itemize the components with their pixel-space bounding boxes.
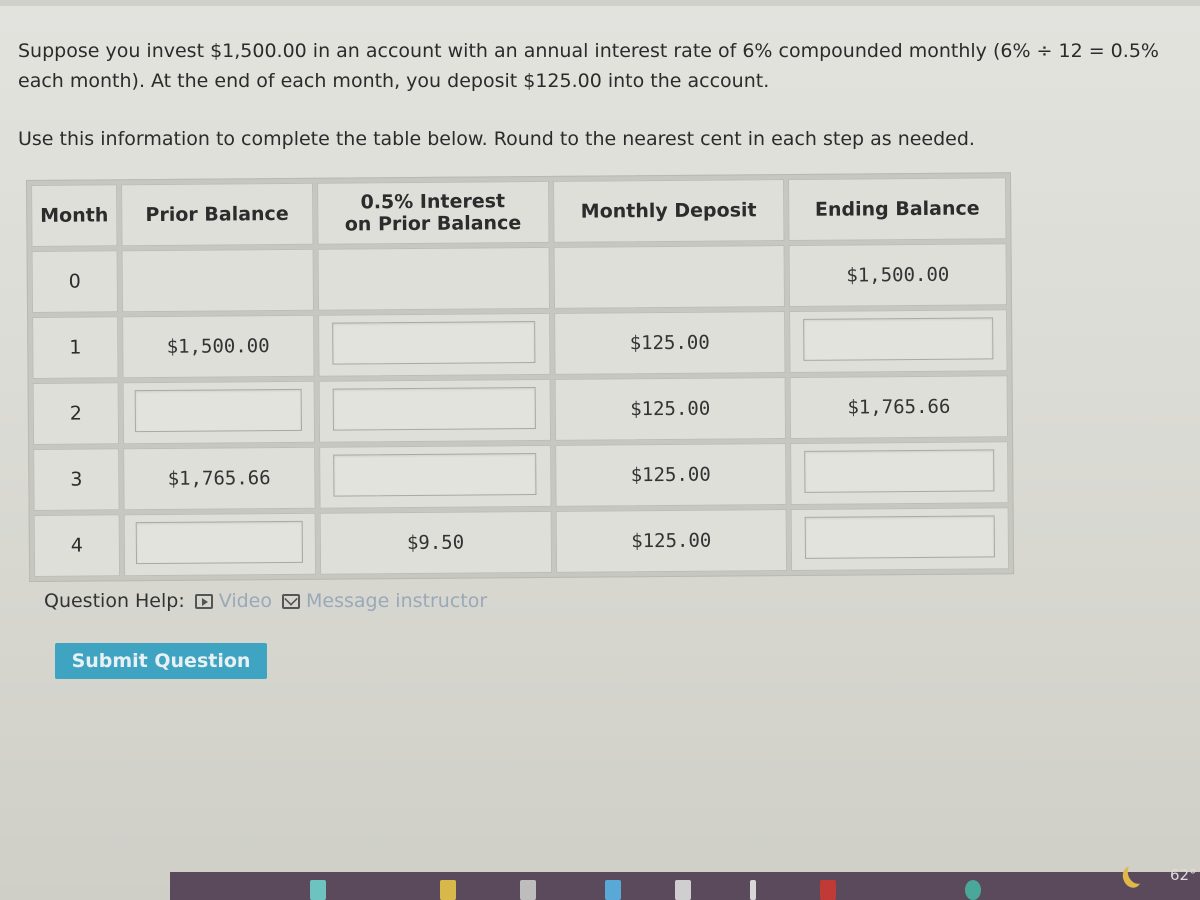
- dropbox-icon[interactable]: [675, 880, 691, 900]
- interest-cell: $9.50: [319, 510, 552, 575]
- prior-balance-input[interactable]: [134, 388, 303, 432]
- prior-balance-value: $1,500.00: [166, 335, 270, 358]
- submit-question-button[interactable]: Submit Question: [55, 643, 267, 679]
- interest-cell-empty: [317, 246, 550, 311]
- monthly-deposit-value: $125.00: [630, 397, 711, 421]
- monthly-deposit-cell: $125.00: [553, 311, 786, 375]
- table-body: 0 $1,500.00 1 $1,500.00 $125.00 2 $125.00 $1,76…: [31, 243, 1010, 577]
- interest-cell: [317, 312, 551, 377]
- amortization-table-wrapper: Month Prior Balance 0.5% Interest on Pri…: [26, 172, 1015, 582]
- ending-balance-cell: $1,500.00: [788, 243, 1008, 308]
- ending-balance-value: $1,765.66: [847, 395, 951, 419]
- table-row: 1 $1,500.00 $125.00: [32, 309, 1008, 379]
- header-interest-line2: on Prior Balance: [344, 212, 522, 236]
- monthly-deposit-value: $125.00: [629, 331, 710, 355]
- store-icon[interactable]: [520, 880, 536, 900]
- video-icon: [194, 593, 213, 609]
- question-help: Question Help: Video Message instructor: [44, 590, 487, 612]
- interest-input[interactable]: [332, 386, 536, 431]
- monthly-deposit-value: $125.00: [631, 529, 712, 553]
- prior-balance-cell-empty: [121, 248, 314, 313]
- video-link-label: Video: [218, 590, 272, 612]
- monthly-deposit-cell: $125.00: [554, 377, 787, 441]
- header-monthly-deposit: Monthly Deposit: [552, 179, 785, 243]
- taskbar: [170, 872, 1200, 900]
- temperature: 62°: [1170, 866, 1197, 884]
- question-help-label: Question Help:: [44, 590, 185, 612]
- prior-balance-value: $1,765.66: [167, 467, 271, 490]
- browser-icon[interactable]: [965, 880, 981, 900]
- header-month: Month: [31, 184, 118, 247]
- table-row: 3 $1,765.66 $125.00: [33, 441, 1009, 511]
- prior-balance-cell: $1,765.66: [123, 446, 316, 511]
- header-prior-balance: Prior Balance: [121, 182, 314, 247]
- message-instructor-label: Message instructor: [305, 590, 488, 612]
- month-cell: 1: [32, 316, 119, 379]
- ending-balance-input[interactable]: [804, 514, 996, 559]
- prior-balance-cell: [123, 512, 316, 577]
- ending-balance-value: $1,500.00: [846, 263, 950, 287]
- interest-input[interactable]: [333, 452, 537, 497]
- header-ending-balance: Ending Balance: [788, 177, 1007, 242]
- question-instructions: Use this information to complete the tab…: [18, 128, 975, 150]
- interest-cell: [318, 378, 551, 443]
- month-cell: 4: [33, 514, 121, 577]
- table-row: 2 $125.00 $1,765.66: [32, 375, 1009, 445]
- taskbar-app-icon[interactable]: [310, 880, 326, 900]
- ending-balance-cell: [790, 507, 1010, 572]
- table-row: 4 $9.50 $125.00: [33, 507, 1010, 577]
- header-interest: 0.5% Interest on Prior Balance: [316, 180, 550, 245]
- interest-cell: [318, 444, 552, 509]
- prior-balance-input[interactable]: [135, 520, 304, 564]
- interest-input[interactable]: [332, 320, 536, 365]
- ending-balance-cell: $1,765.66: [789, 375, 1009, 440]
- month-cell: 2: [32, 382, 120, 445]
- monthly-deposit-value: $125.00: [630, 463, 711, 487]
- monthly-deposit-cell: $125.00: [554, 443, 787, 507]
- ending-balance-input[interactable]: [803, 316, 994, 361]
- message-instructor-link[interactable]: Message instructor: [281, 590, 488, 612]
- table-row: 0 $1,500.00: [31, 243, 1008, 313]
- month-cell: 3: [33, 448, 120, 511]
- monthly-deposit-cell: $125.00: [555, 509, 788, 573]
- app-icon[interactable]: [750, 880, 756, 900]
- mail-app-icon[interactable]: [605, 880, 621, 900]
- ending-balance-cell: [790, 441, 1009, 506]
- amortization-table: Month Prior Balance 0.5% Interest on Pri…: [26, 172, 1015, 582]
- file-explorer-icon[interactable]: [440, 880, 456, 900]
- monthly-deposit-cell-empty: [553, 245, 786, 309]
- question-intro: Suppose you invest $1,500.00 in an accou…: [18, 40, 1159, 92]
- header-row: Month Prior Balance 0.5% Interest on Pri…: [31, 177, 1007, 247]
- month-cell: 0: [31, 250, 119, 313]
- ending-balance-cell: [789, 309, 1008, 374]
- prior-balance-cell: $1,500.00: [122, 314, 315, 379]
- ending-balance-input[interactable]: [804, 448, 995, 493]
- mail-icon: [281, 593, 300, 609]
- top-border: [0, 0, 1200, 6]
- video-link[interactable]: Video: [194, 590, 272, 612]
- interest-value: $9.50: [406, 531, 465, 555]
- acrobat-icon[interactable]: [820, 880, 836, 900]
- prior-balance-cell: [122, 380, 315, 445]
- header-interest-line1: 0.5% Interest: [360, 190, 506, 214]
